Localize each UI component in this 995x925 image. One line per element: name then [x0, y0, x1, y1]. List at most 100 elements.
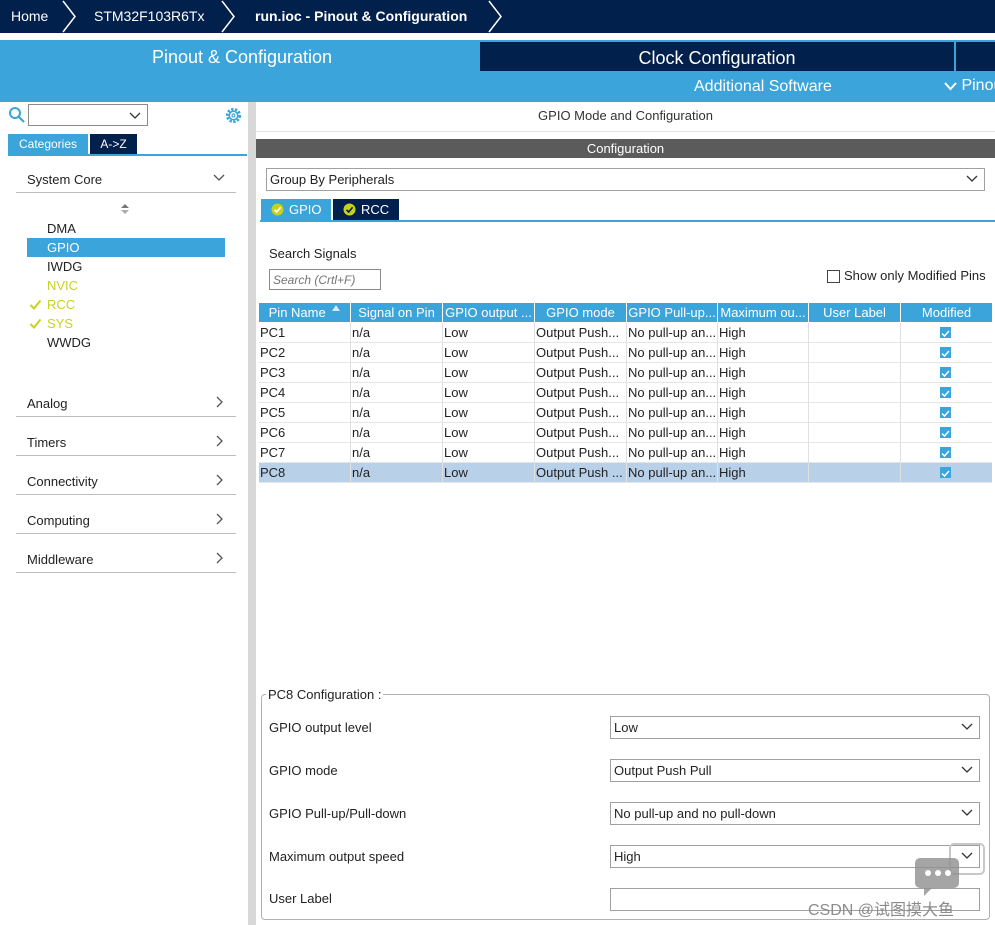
item-label: IWDG	[47, 259, 83, 274]
group-system-core[interactable]: System Core	[16, 168, 236, 193]
table-row[interactable]: PC5 n/a Low Output Push... No pull-up an... H…	[259, 403, 992, 423]
modified-checkbox[interactable]	[940, 347, 951, 358]
tab-underline	[8, 154, 247, 156]
tab-clock-configuration[interactable]: Clock Configuration	[480, 42, 954, 71]
panel-splitter[interactable]	[248, 102, 256, 925]
show-modified-checkbox[interactable]	[827, 270, 840, 283]
group-timers[interactable]: Timers	[16, 431, 236, 456]
column-header-signal[interactable]: Signal on Pin	[351, 303, 443, 322]
table-cell-output: Low	[443, 423, 535, 443]
peripheral-search-combo[interactable]	[28, 104, 148, 126]
column-header-gpio-mode[interactable]: GPIO mode	[535, 303, 627, 322]
chevron-right-icon	[216, 474, 223, 486]
tab-gpio[interactable]: GPIO	[261, 199, 331, 220]
table-cell-pin: PC6	[259, 423, 351, 443]
table-cell-pull: No pull-up an...	[627, 383, 718, 403]
column-header-pin-name[interactable]: Pin Name	[259, 303, 351, 322]
table-row[interactable]: PC1 n/a Low Output Push... No pull-up an... H…	[259, 323, 992, 343]
column-header-output-level[interactable]: GPIO output ...	[443, 303, 535, 322]
column-header-max-speed[interactable]: Maximum ou...	[718, 303, 809, 322]
sidebar-item-rcc[interactable]: RCC	[27, 295, 225, 314]
column-header-modified[interactable]: Modified	[901, 303, 992, 322]
table-cell-mode: Output Push...	[535, 323, 627, 343]
group-by-select[interactable]: Group By Peripherals	[266, 168, 985, 191]
group-computing[interactable]: Computing	[16, 509, 236, 534]
column-header-user-label[interactable]: User Label	[809, 303, 901, 322]
table-cell-pin: PC5	[259, 403, 351, 423]
tab-pinout-configuration[interactable]: Pinout & Configuration	[4, 40, 480, 71]
pull-up-down-select[interactable]: No pull-up and no pull-down	[610, 802, 980, 825]
field-label-pull: GPIO Pull-up/Pull-down	[269, 806, 407, 821]
group-connectivity[interactable]: Connectivity	[16, 470, 236, 495]
search-icon[interactable]	[8, 106, 26, 124]
search-signals-input[interactable]	[269, 269, 381, 290]
table-row[interactable]: PC2 n/a Low Output Push... No pull-up an... H…	[259, 343, 992, 363]
table-row[interactable]: PC8 n/a Low Output Push ... No pull-up an...…	[259, 463, 992, 483]
table-cell-pin: PC7	[259, 443, 351, 463]
modified-checkbox[interactable]	[940, 467, 951, 478]
table-cell-signal: n/a	[351, 403, 443, 423]
group-middleware[interactable]: Middleware	[16, 548, 236, 573]
table-cell-label	[809, 443, 901, 463]
table-cell-pull: No pull-up an...	[627, 323, 718, 343]
output-level-select[interactable]: Low	[610, 716, 980, 739]
table-cell-output: Low	[443, 363, 535, 383]
modified-checkbox[interactable]	[940, 387, 951, 398]
sidebar-item-nvic[interactable]: NVIC	[27, 276, 225, 295]
item-label: NVIC	[47, 278, 79, 293]
table-cell-output: Low	[443, 343, 535, 363]
check-circle-icon	[343, 203, 356, 216]
tab-a-z[interactable]: A->Z	[90, 134, 137, 154]
check-icon	[941, 430, 950, 438]
sidebar-item-iwdg[interactable]: IWDG	[27, 257, 225, 276]
check-icon	[941, 370, 950, 378]
breadcrumb-home[interactable]: Home	[11, 0, 48, 33]
group-analog[interactable]: Analog	[16, 392, 236, 417]
table-cell-signal: n/a	[351, 323, 443, 343]
table-cell-label	[809, 403, 901, 423]
sidebar-item-gpio[interactable]: GPIO	[27, 238, 225, 257]
table-cell-signal: n/a	[351, 343, 443, 363]
breadcrumb-device[interactable]: STM32F103R6Tx	[94, 0, 204, 33]
select-value: Output Push Pull	[614, 763, 712, 778]
table-row[interactable]: PC6 n/a Low Output Push... No pull-up an... H…	[259, 423, 992, 443]
group-label: Middleware	[27, 552, 94, 567]
sidebar-item-wwdg[interactable]: WWDG	[27, 333, 225, 352]
table-cell-pin: PC8	[259, 463, 351, 483]
modified-checkbox[interactable]	[940, 327, 951, 338]
table-cell-signal: n/a	[351, 383, 443, 403]
table-cell-label	[809, 423, 901, 443]
modified-checkbox[interactable]	[940, 367, 951, 378]
tab-categories[interactable]: Categories	[8, 134, 88, 154]
table-row[interactable]: PC3 n/a Low Output Push... No pull-up an... H…	[259, 363, 992, 383]
table-cell-pin: PC2	[259, 343, 351, 363]
additional-software-link[interactable]: Additional Software	[694, 78, 832, 96]
tab-label: GPIO	[289, 202, 322, 217]
chevron-right-icon	[488, 0, 502, 33]
column-header-pull[interactable]: GPIO Pull-up...	[627, 303, 718, 322]
modified-checkbox[interactable]	[940, 427, 951, 438]
table-cell-pull: No pull-up an...	[627, 343, 718, 363]
modified-checkbox[interactable]	[940, 407, 951, 418]
item-label: RCC	[47, 297, 76, 312]
sidebar-item-dma[interactable]: DMA	[27, 219, 225, 238]
pinout-view-menu[interactable]: Pinout	[944, 77, 995, 95]
table-row[interactable]: PC7 n/a Low Output Push... No pull-up an... H…	[259, 443, 992, 463]
breadcrumb: Home STM32F103R6Tx run.ioc - Pinout & Co…	[0, 0, 995, 33]
group-by-value: Group By Peripherals	[270, 172, 395, 187]
sidebar-item-sys[interactable]: SYS	[27, 314, 225, 333]
gear-icon[interactable]	[224, 106, 243, 125]
chevron-down-icon	[944, 82, 957, 91]
group-label: Analog	[27, 396, 68, 411]
sort-icon[interactable]	[120, 203, 130, 215]
tab-rcc[interactable]: RCC	[333, 199, 399, 220]
chevron-down-icon	[129, 112, 141, 119]
gpio-mode-select[interactable]: Output Push Pull	[610, 759, 980, 782]
tab-overflow[interactable]	[956, 42, 995, 71]
table-row[interactable]: PC4 n/a Low Output Push... No pull-up an... H…	[259, 383, 992, 403]
modified-checkbox[interactable]	[940, 447, 951, 458]
breadcrumb-project[interactable]: run.ioc - Pinout & Configuration	[255, 0, 467, 33]
check-icon	[29, 299, 42, 310]
table-cell-speed: High	[718, 363, 809, 383]
check-icon	[941, 410, 950, 418]
